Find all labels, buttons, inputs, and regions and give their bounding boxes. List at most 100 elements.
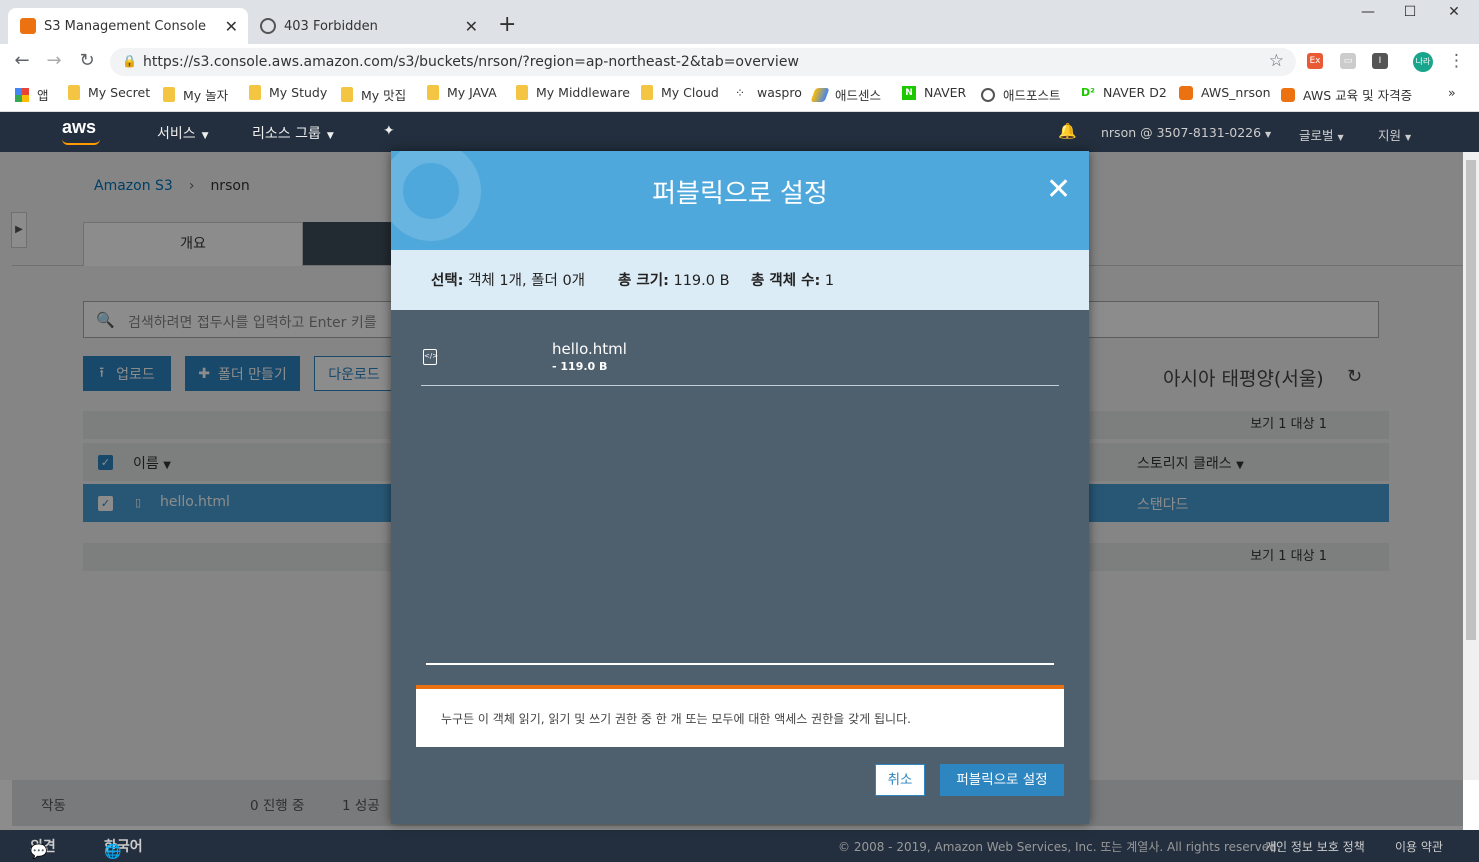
folder-icon [249,85,261,100]
chevron-down-icon: ▼ [326,131,334,141]
folder-icon [341,87,353,102]
bookmark-label: 앱 [37,88,49,103]
selection-summary-item: 선택: 객체 1개, 폴더 0개 [431,269,585,290]
chrome-menu-icon[interactable]: ⋮ [1448,51,1465,71]
page-scrollbar[interactable] [1463,152,1479,780]
bookmark-folder[interactable]: My Study [249,85,327,100]
tab-title: S3 Management Console [44,18,207,34]
tab-403-forbidden[interactable]: 403 Forbidden ✕ [248,8,488,44]
naver-icon: N [902,85,916,100]
resource-groups-menu[interactable]: 리소스 그룹 ▼ [252,123,334,143]
bookmark-label: My Study [269,85,328,100]
lock-icon: 🔒 [122,54,137,68]
reload-icon[interactable]: ↻ [75,50,99,71]
new-tab-icon[interactable]: + [498,12,516,37]
bookmark-folder[interactable]: My JAVA [427,85,497,100]
folder-icon [427,85,439,100]
make-public-button[interactable]: 퍼블릭으로 설정 [940,764,1064,796]
profile-avatar[interactable]: 나라 [1413,52,1433,72]
bookmark-folder[interactable]: My 놀자 [163,85,228,104]
notification-bell-icon[interactable]: 🔔 [1058,122,1077,140]
aws-cube-icon [20,18,36,34]
total-size-item: 총 크기: 119.0 B [618,269,730,290]
bookmark-label: NAVER D2 [1103,85,1167,100]
size-label: 총 크기: [618,273,669,289]
aws-cube-icon [1281,87,1295,102]
region-menu[interactable]: 글로벌 ▼ [1299,125,1344,144]
bookmark-label: My 놀자 [183,88,229,103]
close-tab-icon[interactable]: ✕ [465,17,478,36]
feedback-link[interactable]: 💬 의견 [30,836,56,860]
chevron-down-icon: ▼ [1405,133,1412,142]
aws-logo[interactable]: aws [62,117,100,145]
maximize-icon[interactable]: ☐ [1390,4,1430,20]
privacy-link[interactable]: 개인 정보 보호 정책 [1265,838,1365,855]
bookmark-label: AWS_nrson [1201,85,1271,100]
address-bar-row: ← → ↻ 🔒 https://s3.console.aws.amazon.co… [0,44,1479,80]
close-tab-icon[interactable]: ✕ [225,17,238,36]
aws-cube-icon [1179,85,1193,100]
services-menu[interactable]: 서비스 ▼ [157,123,209,143]
bookmark-naver[interactable]: N NAVER [902,85,966,100]
list-bottom-divider [426,663,1054,665]
bookmark-folder[interactable]: My Middleware [516,85,630,100]
pin-icon[interactable]: ✦ [383,123,395,139]
globe-icon [981,87,995,102]
public-access-warning: 누구든 이 객체 읽기, 읽기 및 쓰기 권한 중 한 개 또는 모두에 대한 … [416,685,1064,747]
bookmark-apps[interactable]: 앱 [15,85,49,104]
bookmark-label: 애드포스트 [1003,88,1061,103]
url-input[interactable]: 🔒 https://s3.console.aws.amazon.com/s3/b… [110,48,1296,76]
aws-smile-icon [62,139,100,145]
bookmark-star-icon[interactable]: ☆ [1269,51,1284,71]
globe-icon [260,18,276,34]
support-label: 지원 [1378,128,1402,143]
dialog-header: 퍼블릭으로 설정 ✕ [391,151,1089,250]
bookmark-aws-training[interactable]: AWS 교육 및 자격증 [1281,85,1412,104]
selection-label: 선택: [431,273,464,289]
resource-groups-label: 리소스 그룹 [252,126,321,142]
bookmark-waspro[interactable]: ⁘ waspro [735,85,802,100]
chevron-down-icon: ▼ [1265,130,1272,139]
support-menu[interactable]: 지원 ▼ [1378,125,1411,144]
make-public-dialog: 퍼블릭으로 설정 ✕ 선택: 객체 1개, 폴더 0개 총 크기: 119.0 … [391,151,1089,824]
console-footer: 💬 의견 🌐 한국어 © 2008 - 2019, Amazon Web Ser… [0,830,1479,862]
url-text: https://s3.console.aws.amazon.com/s3/buc… [143,54,799,70]
size-value: 119.0 B [673,273,730,289]
account-menu[interactable]: nrson @ 3507-8131-0226 ▼ [1101,125,1271,140]
extension-icon[interactable]: I [1372,53,1388,69]
tab-title: 403 Forbidden [284,18,378,34]
count-label: 총 객체 수: [751,273,821,289]
minimize-icon[interactable]: — [1348,4,1388,20]
bookmark-label: NAVER [924,85,967,100]
selection-value: 객체 1개, 폴더 0개 [468,273,586,289]
back-icon[interactable]: ← [10,50,34,71]
bookmark-folder[interactable]: My 맛집 [341,85,406,104]
window-close-icon[interactable]: ✕ [1434,4,1474,20]
speech-bubble-icon: 💬 [30,844,48,860]
cancel-button[interactable]: 취소 [875,764,925,796]
apps-grid-icon [15,87,29,102]
tab-s3-console[interactable]: S3 Management Console ✕ [8,8,248,44]
scrollbar-thumb[interactable] [1466,160,1476,640]
extension-icon[interactable]: ▭ [1340,53,1356,69]
total-count-item: 총 객체 수: 1 [751,269,834,290]
bookmark-label: My Cloud [661,85,719,100]
close-icon[interactable]: ✕ [1046,175,1071,205]
bookmark-aws-nrson[interactable]: AWS_nrson [1179,85,1271,100]
account-label: nrson @ 3507-8131-0226 [1101,125,1262,140]
bookmark-adpost[interactable]: 애드포스트 [981,85,1061,104]
bookmark-label: My JAVA [447,85,497,100]
aws-console-header: aws 서비스 ▼ 리소스 그룹 ▼ ✦ 🔔 nrson @ 3507-8131-0… [0,112,1479,152]
folder-icon [163,87,175,102]
services-label: 서비스 [157,126,196,142]
bookmarks-overflow-icon[interactable]: » [1448,85,1456,100]
extension-icon[interactable]: Ex [1307,53,1323,69]
bookmark-naver-d2[interactable]: D² NAVER D2 [1081,85,1167,100]
bookmark-adsense[interactable]: 애드센스 [810,85,881,104]
terms-link[interactable]: 이용 약관 [1395,838,1443,855]
copyright-text: © 2008 - 2019, Amazon Web Services, Inc.… [838,840,1281,854]
forward-icon[interactable]: → [42,50,66,71]
bookmark-folder[interactable]: My Secret [68,85,150,100]
bookmark-folder[interactable]: My Cloud [641,85,719,100]
language-selector[interactable]: 🌐 한국어 [104,836,143,860]
